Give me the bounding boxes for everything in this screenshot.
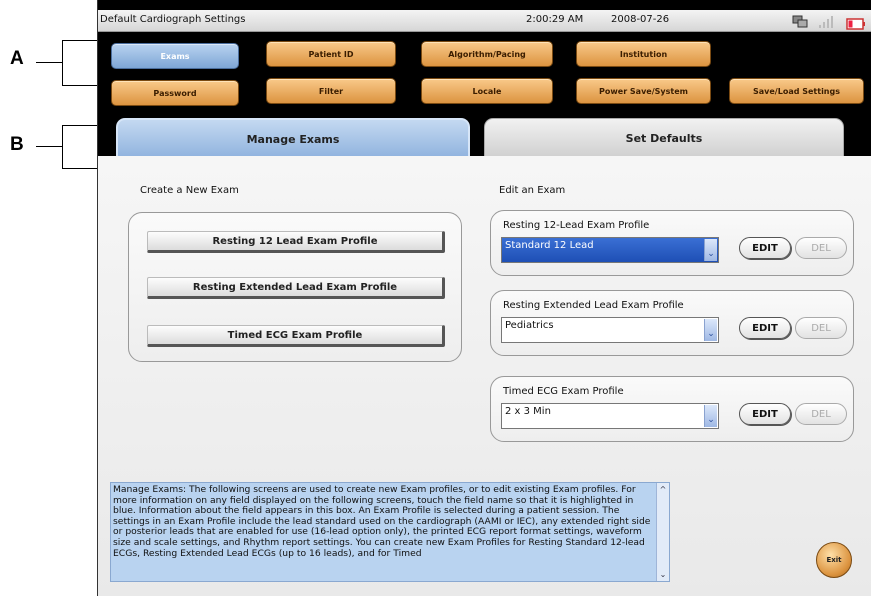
del-12-lead-button: DEL xyxy=(795,237,847,259)
clock-time: 2:00:29 AM xyxy=(526,14,584,25)
manage-exams-panel: Create a New Exam Edit an Exam Resting 1… xyxy=(98,156,871,596)
exit-button[interactable]: Exit xyxy=(816,542,852,578)
select-value: Standard 12 Lead xyxy=(505,240,594,251)
edit-group-extended-lead: Resting Extended Lead Exam Profile Pedia… xyxy=(490,290,854,356)
profile-select-extended-lead[interactable]: Pediatrics ⌄ xyxy=(501,317,719,343)
scroll-down-icon[interactable]: ⌄ xyxy=(657,569,669,580)
callout-a-top xyxy=(62,40,98,41)
menu-power-save-button[interactable]: Power Save/System xyxy=(576,78,711,104)
battery-icon xyxy=(846,15,866,34)
tab-manage-exams[interactable]: Manage Exams xyxy=(116,118,470,158)
profile-select-timed-ecg[interactable]: 2 x 3 Min ⌄ xyxy=(501,403,719,429)
window-title: Default Cardiograph Settings xyxy=(100,14,246,25)
network-icon xyxy=(792,14,808,33)
del-extended-lead-button: DEL xyxy=(795,317,847,339)
menu-filter-button[interactable]: Filter xyxy=(266,78,396,104)
create-resting-extended-lead-button[interactable]: Resting Extended Lead Exam Profile xyxy=(147,277,445,299)
callout-a-bottom xyxy=(62,85,98,86)
callout-a-bracket xyxy=(62,40,63,86)
figure: A B Default Cardiograph Settings 2:00:29… xyxy=(0,0,871,596)
menu-password-button[interactable]: Password xyxy=(111,80,239,106)
menu-locale-button[interactable]: Locale xyxy=(421,78,553,104)
title-bar: Default Cardiograph Settings 2:00:29 AM … xyxy=(98,10,871,32)
edit-group-label: Timed ECG Exam Profile xyxy=(503,386,624,397)
help-text-box[interactable]: Manage Exams: The following screens are … xyxy=(110,482,670,582)
edit-group-label: Resting 12-Lead Exam Profile xyxy=(503,220,650,231)
callout-b-bracket xyxy=(62,125,63,169)
create-exam-heading: Create a New Exam xyxy=(140,185,239,196)
menu-save-load-settings-button[interactable]: Save/Load Settings xyxy=(729,78,864,104)
menu-algorithm-pacing-button[interactable]: Algorithm/Pacing xyxy=(421,41,553,67)
menu-exams-button[interactable]: Exams xyxy=(111,43,239,69)
edit-timed-ecg-button[interactable]: EDIT xyxy=(739,403,791,425)
create-resting-12-lead-button[interactable]: Resting 12 Lead Exam Profile xyxy=(147,231,445,253)
callout-a-line xyxy=(36,62,62,63)
select-value: 2 x 3 Min xyxy=(505,406,551,417)
profile-select-12-lead[interactable]: Standard 12 Lead ⌄ xyxy=(501,237,719,263)
chevron-down-icon: ⌄ xyxy=(704,239,717,261)
help-scrollbar[interactable]: ^ ⌄ xyxy=(656,483,669,581)
help-text: Manage Exams: The following screens are … xyxy=(113,484,651,559)
del-timed-ecg-button: DEL xyxy=(795,403,847,425)
device-screen: Default Cardiograph Settings 2:00:29 AM … xyxy=(97,0,871,596)
chevron-down-icon: ⌄ xyxy=(704,405,717,427)
edit-exam-heading: Edit an Exam xyxy=(499,185,566,196)
callout-b-top xyxy=(62,125,98,126)
callout-b-line xyxy=(36,146,62,147)
chevron-down-icon: ⌄ xyxy=(704,319,717,341)
callout-b-bottom xyxy=(62,168,98,169)
edit-extended-lead-button[interactable]: EDIT xyxy=(739,317,791,339)
create-exam-group: Resting 12 Lead Exam Profile Resting Ext… xyxy=(128,212,462,362)
scroll-up-icon[interactable]: ^ xyxy=(657,484,669,495)
clock-date: 2008-07-26 xyxy=(611,14,670,25)
edit-group-resting-12-lead: Resting 12-Lead Exam Profile Standard 12… xyxy=(490,210,854,276)
select-value: Pediatrics xyxy=(505,320,554,331)
menu-institution-button[interactable]: Institution xyxy=(576,41,711,67)
callout-a: A xyxy=(10,48,24,69)
callout-b: B xyxy=(10,134,24,155)
create-timed-ecg-button[interactable]: Timed ECG Exam Profile xyxy=(147,325,445,347)
menu-patient-id-button[interactable]: Patient ID xyxy=(266,41,396,67)
signal-icon xyxy=(818,14,834,33)
edit-12-lead-button[interactable]: EDIT xyxy=(739,237,791,259)
tab-set-defaults[interactable]: Set Defaults xyxy=(484,118,844,158)
edit-group-timed-ecg: Timed ECG Exam Profile 2 x 3 Min ⌄ EDIT … xyxy=(490,376,854,442)
edit-group-label: Resting Extended Lead Exam Profile xyxy=(503,300,684,311)
